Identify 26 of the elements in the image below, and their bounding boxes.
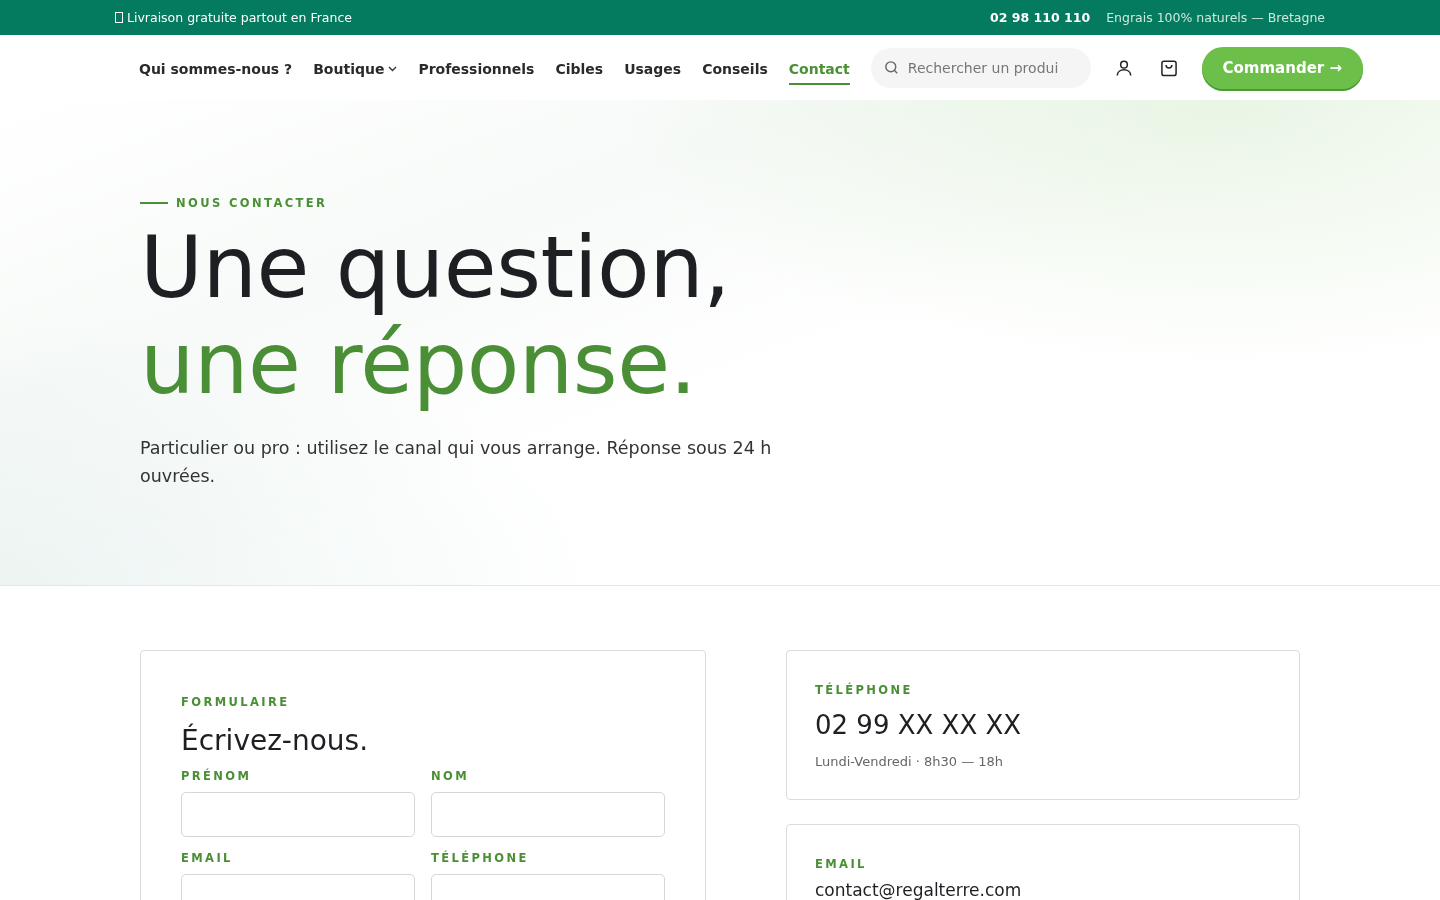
phone-number: 02 98 110 110: [990, 10, 1091, 25]
nav-link[interactable]: Professionnels: [418, 52, 535, 85]
nav-link[interactable]: Cibles: [555, 52, 604, 85]
eyebrow-label: NOUS CONTACTER: [176, 196, 328, 210]
field-label: TÉLÉPHONE: [431, 851, 530, 865]
nav-link[interactable]: Usages: [624, 52, 682, 85]
search-field[interactable]: Rechercher un produi: [870, 47, 1091, 88]
tagline: Engrais 100% naturels — Bretagne: [1106, 10, 1325, 25]
hero-title: Une question,: [140, 216, 732, 319]
card-value: contact@regalterre.com: [815, 880, 1023, 900]
form-eyebrow: FORMULAIRE: [181, 695, 290, 709]
shipping-text: Livraison gratuite partout en France: [115, 10, 352, 25]
field-label: NOM: [431, 769, 471, 783]
nav-link[interactable]: Conseils: [702, 52, 768, 85]
nav-link[interactable]: Contact: [788, 52, 850, 85]
card-label: TÉLÉPHONE: [815, 683, 913, 697]
nav-link[interactable]: Qui sommes-nous ?: [139, 52, 293, 85]
card-value: 02 99 XX XX XX: [815, 710, 1023, 740]
form-title: Écrivez-nous.: [181, 724, 370, 757]
field-label: PRÉNOM: [181, 769, 253, 783]
card-note: Lundi-Vendredi · 8h30 — 18h: [815, 754, 1005, 769]
hero-intro: Particulier ou pro : utilisez le canal qui vous arrange. Réponse sous 24 h ouvrées.: [140, 437, 773, 488]
nav-link[interactable]: Boutique: [313, 52, 398, 85]
card-label: EMAIL: [815, 857, 867, 871]
field-label: EMAIL: [181, 851, 234, 865]
search-input[interactable]: Rechercher un produi: [907, 59, 1078, 76]
